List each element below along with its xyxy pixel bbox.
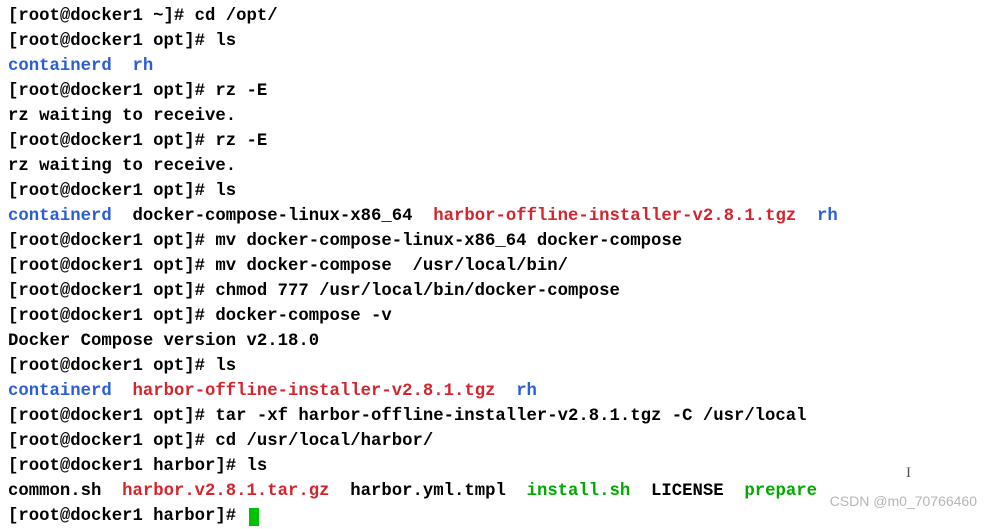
dir-rh: rh [132, 57, 153, 76]
terminal-line: [root@docker1 opt]# chmod 777 /usr/local… [8, 279, 981, 304]
file-harbor-tgz: harbor-offline-installer-v2.8.1.tgz [433, 207, 796, 226]
file-harbor-tgz: harbor-offline-installer-v2.8.1.tgz [132, 382, 495, 401]
command: rz -E [215, 82, 267, 101]
prompt: [root@docker1 harbor]# [8, 507, 247, 526]
file-install-sh: install.sh [527, 482, 631, 501]
dir-containerd: containerd [8, 207, 112, 226]
prompt: [root@docker1 harbor]# [8, 457, 247, 476]
command: cd /usr/local/harbor/ [215, 432, 433, 451]
command: docker-compose -v [215, 307, 391, 326]
terminal-line: [root@docker1 opt]# ls [8, 179, 981, 204]
output-line: Docker Compose version v2.18.0 [8, 329, 981, 354]
dir-containerd: containerd [8, 382, 112, 401]
prompt: [root@docker1 opt]# [8, 407, 215, 426]
command: ls [215, 32, 236, 51]
command: rz -E [215, 132, 267, 151]
command: mv docker-compose-linux-x86_64 docker-co… [215, 232, 682, 251]
terminal-line: [root@docker1 ~]# cd /opt/ [8, 4, 981, 29]
prompt: [root@docker1 opt]# [8, 82, 215, 101]
ls-output: common.sh harbor.v2.8.1.tar.gz harbor.ym… [8, 479, 981, 504]
prompt: [root@docker1 ~]# [8, 7, 195, 26]
terminal-line: [root@docker1 opt]# cd /usr/local/harbor… [8, 429, 981, 454]
dir-containerd: containerd [8, 57, 112, 76]
prompt: [root@docker1 opt]# [8, 257, 215, 276]
command: mv docker-compose /usr/local/bin/ [215, 257, 568, 276]
terminal-line[interactable]: [root@docker1 harbor]# [8, 504, 981, 529]
file-harbor-yml-tmpl: harbor.yml.tmpl [350, 482, 506, 501]
ls-output: containerd harbor-offline-installer-v2.8… [8, 379, 981, 404]
terminal-line: [root@docker1 opt]# mv docker-compose /u… [8, 254, 981, 279]
output-line: rz waiting to receive. [8, 154, 981, 179]
prompt: [root@docker1 opt]# [8, 232, 215, 251]
prompt: [root@docker1 opt]# [8, 282, 215, 301]
output-line: rz waiting to receive. [8, 104, 981, 129]
terminal-line: [root@docker1 opt]# tar -xf harbor-offli… [8, 404, 981, 429]
prompt: [root@docker1 opt]# [8, 182, 215, 201]
file-common-sh: common.sh [8, 482, 101, 501]
command: chmod 777 /usr/local/bin/docker-compose [215, 282, 619, 301]
file-license: LICENSE [651, 482, 724, 501]
prompt: [root@docker1 opt]# [8, 307, 215, 326]
command: cd /opt/ [195, 7, 278, 26]
terminal-line: [root@docker1 opt]# ls [8, 29, 981, 54]
terminal-line: [root@docker1 harbor]# ls [8, 454, 981, 479]
file-docker-compose-linux: docker-compose-linux-x86_64 [132, 207, 412, 226]
terminal-line: [root@docker1 opt]# ls [8, 354, 981, 379]
prompt: [root@docker1 opt]# [8, 432, 215, 451]
prompt: [root@docker1 opt]# [8, 32, 215, 51]
file-harbor-tar-gz: harbor.v2.8.1.tar.gz [122, 482, 329, 501]
command: tar -xf harbor-offline-installer-v2.8.1.… [215, 407, 806, 426]
prompt: [root@docker1 opt]# [8, 132, 215, 151]
prompt: [root@docker1 opt]# [8, 357, 215, 376]
ls-output: containerd docker-compose-linux-x86_64 h… [8, 204, 981, 229]
dir-rh: rh [817, 207, 838, 226]
terminal-line: [root@docker1 opt]# mv docker-compose-li… [8, 229, 981, 254]
file-prepare: prepare [744, 482, 817, 501]
cursor-icon [249, 508, 259, 526]
ls-output: containerd rh [8, 54, 981, 79]
command: ls [215, 182, 236, 201]
command: ls [247, 457, 268, 476]
dir-rh: rh [516, 382, 537, 401]
command: ls [215, 357, 236, 376]
terminal-line: [root@docker1 opt]# rz -E [8, 129, 981, 154]
terminal-line: [root@docker1 opt]# docker-compose -v [8, 304, 981, 329]
terminal-line: [root@docker1 opt]# rz -E [8, 79, 981, 104]
